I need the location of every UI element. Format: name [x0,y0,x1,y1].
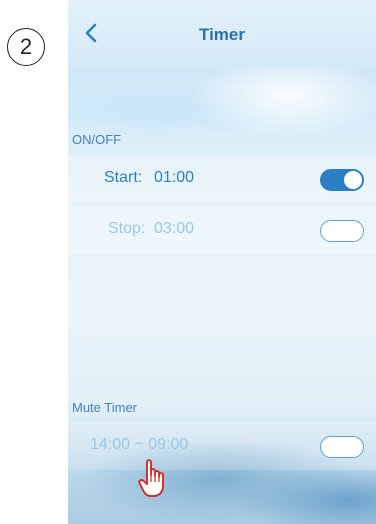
stop-time[interactable]: 03:00 [154,220,194,238]
step-number-badge: 2 [7,28,45,66]
stop-label: Stop: [108,220,146,237]
start-label: Start: [104,169,143,186]
stop-timer-row[interactable]: Stop: 03:00 [68,206,376,254]
phone-screen: Timer ON/OFF Start: 01:00 Stop: 03:00 Mu… [68,0,376,524]
page-title: Timer [199,25,245,44]
hand-pointer-icon [138,459,164,497]
start-toggle[interactable] [320,169,364,191]
toggle-knob [344,171,362,189]
mute-timer-section-label: Mute Timer [72,400,138,415]
onoff-section-label: ON/OFF [72,132,122,147]
toggle-knob [322,221,340,240]
mute-timer-row[interactable]: 14:00 ~ 09:00 [68,422,376,470]
start-timer-row[interactable]: Start: 01:00 [68,155,376,203]
step-number: 2 [19,34,33,59]
start-time[interactable]: 01:00 [154,169,194,187]
toggle-knob [322,437,340,456]
mute-timer-range[interactable]: 14:00 ~ 09:00 [90,436,188,454]
app-header: Timer [68,0,376,68]
mute-toggle[interactable] [320,436,364,458]
stop-toggle[interactable] [320,220,364,242]
